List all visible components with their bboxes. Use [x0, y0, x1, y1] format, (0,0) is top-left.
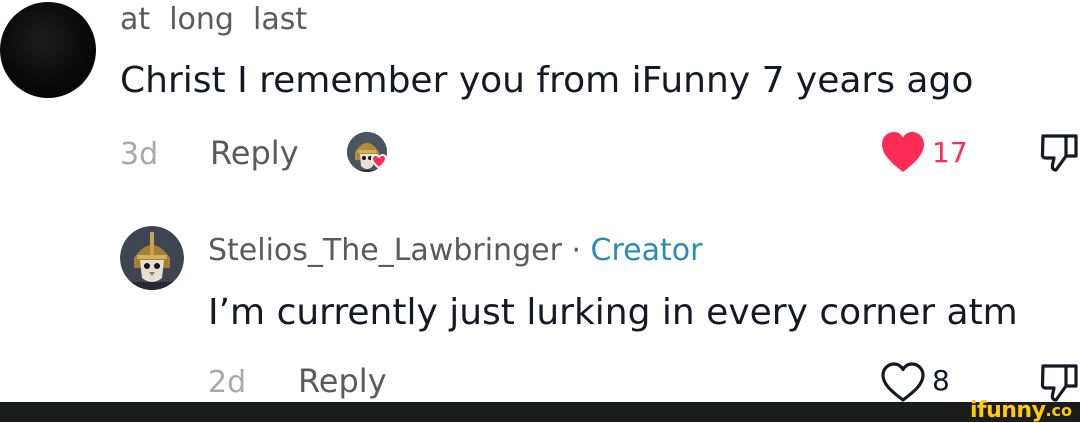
comment-timestamp: 3d — [120, 137, 159, 172]
creator-liked-icon — [347, 132, 388, 172]
watermark-suffix: .co — [1045, 400, 1072, 420]
watermark-bar — [0, 402, 1080, 422]
reply-timestamp: 2d — [208, 365, 247, 400]
reply-like-count: 8 — [932, 364, 950, 397]
comment-text: Christ I remember you from iFunny 7 year… — [120, 60, 974, 101]
ifunny-watermark: ifunny .co — [970, 397, 1072, 423]
reply-username[interactable]: Stelios_The_Lawbringer — [208, 233, 562, 268]
reply-reply-button[interactable]: Reply — [298, 362, 387, 400]
watermark-text: ifunny — [969, 397, 1046, 423]
reply-author-avatar[interactable] — [120, 226, 184, 290]
dislike-icon[interactable] — [1040, 132, 1080, 174]
comment-username[interactable]: at long last — [120, 2, 307, 37]
heart-outline-icon[interactable] — [880, 361, 926, 403]
comment-reply-button[interactable]: Reply — [210, 134, 299, 172]
reply-username-line: Stelios_The_Lawbringer · Creator — [208, 233, 702, 268]
comment-like-count: 17 — [932, 136, 968, 169]
like-heart-icon[interactable] — [880, 130, 926, 174]
separator-dot: · — [571, 233, 581, 268]
creator-badge: Creator — [590, 233, 703, 268]
commenter-avatar[interactable] — [0, 2, 96, 98]
reply-text: I’m currently just lurking in every corn… — [208, 292, 1018, 333]
